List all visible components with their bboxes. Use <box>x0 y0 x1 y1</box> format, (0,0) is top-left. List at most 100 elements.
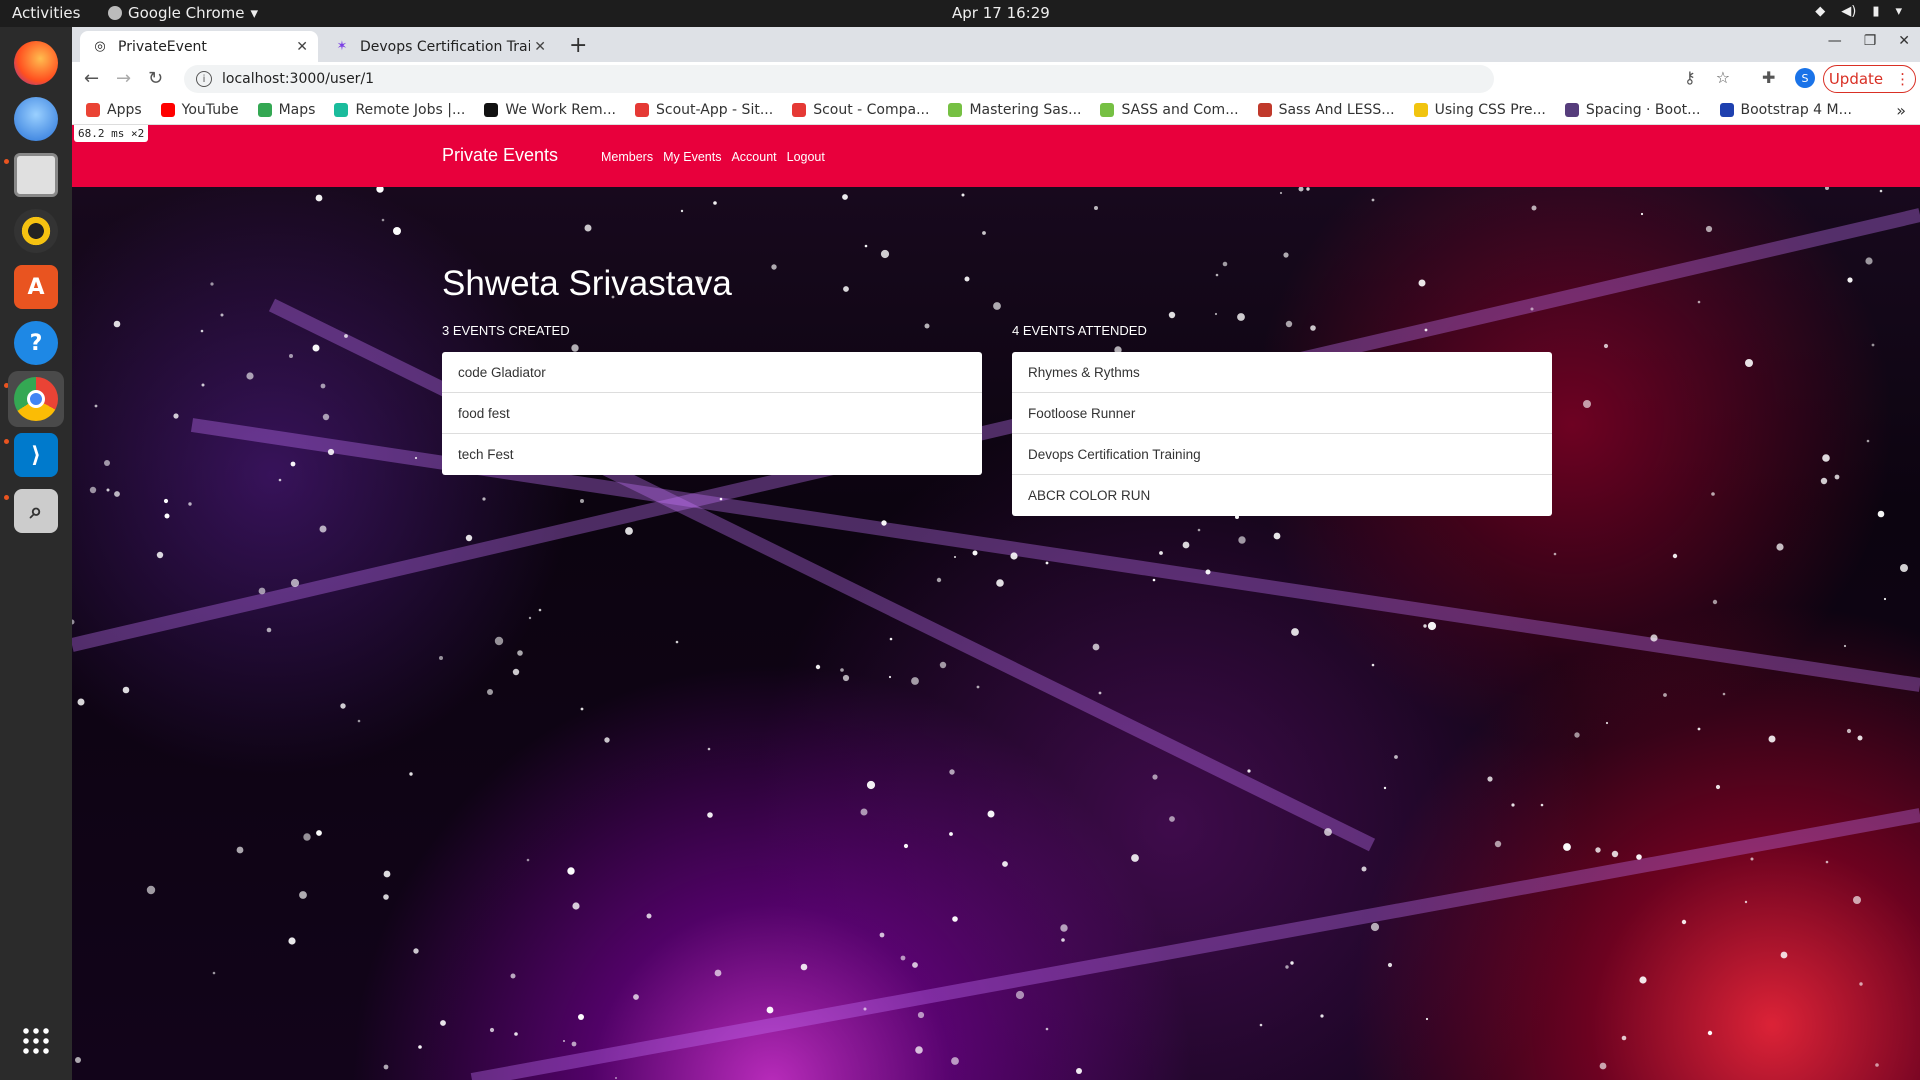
bookmark-label: Bootstrap 4 M... <box>1740 101 1852 118</box>
nav-account[interactable]: Account <box>731 150 776 164</box>
info-icon[interactable]: i <box>196 71 212 87</box>
dock-firefox[interactable] <box>8 35 64 91</box>
star-light <box>517 650 523 656</box>
star-light <box>289 354 293 358</box>
reload-icon[interactable]: ↻ <box>148 68 163 89</box>
star-light <box>1098 691 1102 695</box>
list-item[interactable]: Devops Certification Training <box>1012 434 1552 475</box>
dock-vscode[interactable]: ⟩ <box>8 427 64 483</box>
star-light <box>494 636 504 646</box>
system-tray[interactable]: ◆ ◀) ▮ ▾ <box>1815 4 1902 19</box>
list-item[interactable]: Rhymes & Rythms <box>1012 352 1552 393</box>
star-light <box>840 668 844 672</box>
bookmark-label: Scout-App - Sit... <box>656 101 774 118</box>
new-tab-button[interactable]: + <box>569 33 587 58</box>
star-light <box>489 1027 495 1033</box>
star-light <box>1879 189 1883 193</box>
dock-thunderbird[interactable] <box>8 91 64 147</box>
star-light <box>1857 735 1863 741</box>
star-light <box>949 832 953 836</box>
update-button[interactable]: Update ⋮ <box>1823 65 1916 93</box>
bookmark-item[interactable]: Apps <box>86 102 142 118</box>
dock-software[interactable]: A <box>8 259 64 315</box>
tab-private-event[interactable]: ◎ PrivateEvent ✕ <box>80 31 318 62</box>
star-light <box>1394 755 1398 759</box>
star-light <box>1092 643 1100 651</box>
clock[interactable]: Apr 17 16:29 <box>952 4 1050 22</box>
bookmark-item[interactable]: Scout-App - Sit... <box>635 102 773 118</box>
nav-logout[interactable]: Logout <box>787 150 825 164</box>
star-light <box>563 1040 565 1042</box>
star-light <box>1865 257 1873 265</box>
app-menu[interactable]: Google Chrome ▾ <box>108 4 258 22</box>
dock-help[interactable]: ? <box>8 315 64 371</box>
bookmark-item[interactable]: Remote Jobs |... <box>334 102 465 118</box>
bookmarks-overflow-icon[interactable]: » <box>1896 101 1906 120</box>
bookmark-item[interactable]: YouTube <box>160 102 239 118</box>
star-light <box>1424 328 1428 332</box>
bookmark-item[interactable]: Using CSS Pre... <box>1413 102 1546 118</box>
dock-screenshot[interactable]: ⌕ <box>8 483 64 539</box>
close-icon[interactable]: ✕ <box>296 39 308 55</box>
rhythmbox-icon <box>14 209 58 253</box>
star-light <box>201 383 205 387</box>
site-navbar: Private Events Members My Events Account… <box>72 125 1920 187</box>
star-light <box>815 664 821 670</box>
minimize-icon[interactable]: — <box>1828 33 1842 49</box>
star-light <box>290 578 300 588</box>
list-item[interactable]: code Gladiator <box>442 352 982 393</box>
dock-chrome[interactable] <box>8 371 64 427</box>
extensions-puzzle-icon[interactable]: ✚ <box>1762 68 1775 87</box>
star-light <box>156 551 164 559</box>
site-brand[interactable]: Private Events <box>442 145 558 166</box>
back-arrow-icon[interactable]: ← <box>84 68 99 89</box>
bookmark-item[interactable]: Maps <box>257 102 315 118</box>
list-item[interactable]: Footloose Runner <box>1012 393 1552 434</box>
bookmark-star-icon[interactable]: ☆ <box>1716 68 1730 87</box>
restore-icon[interactable]: ❐ <box>1864 33 1877 49</box>
magnifier-icon: ⌕ <box>14 489 58 533</box>
list-item[interactable]: ABCR COLOR RUN <box>1012 475 1552 516</box>
kebab-menu-icon: ⋮ <box>1895 70 1911 88</box>
close-window-icon[interactable]: ✕ <box>1898 33 1910 49</box>
bookmark-item[interactable]: SASS and Com... <box>1100 102 1239 118</box>
star-light <box>1285 965 1289 969</box>
star-light <box>939 661 947 669</box>
star-light <box>915 1046 923 1054</box>
key-icon[interactable]: ⚷ <box>1684 68 1696 87</box>
close-icon[interactable]: ✕ <box>534 39 546 55</box>
forward-arrow-icon[interactable]: → <box>116 68 131 89</box>
star-light <box>949 769 955 775</box>
star-light <box>604 737 610 743</box>
window-controls: — ❐ ✕ <box>1828 33 1910 49</box>
star-light <box>344 334 348 338</box>
list-item[interactable]: food fest <box>442 393 982 434</box>
star-light <box>1563 843 1571 851</box>
star-light <box>863 1007 867 1011</box>
list-item[interactable]: tech Fest <box>442 434 982 475</box>
bookmark-item[interactable]: Scout - Compa... <box>792 102 929 118</box>
bookmark-item[interactable]: Bootstrap 4 M... <box>1719 101 1852 118</box>
star-light <box>1259 1023 1263 1027</box>
profile-avatar[interactable]: S <box>1795 68 1815 88</box>
bookmark-item[interactable]: Sass And LESS... <box>1257 102 1395 118</box>
star-light <box>1298 186 1304 192</box>
star-light <box>633 994 639 1000</box>
bookmark-item[interactable]: Spacing · Boot... <box>1564 102 1701 118</box>
dock-files[interactable] <box>8 147 64 203</box>
stage-truss <box>470 808 1920 1080</box>
star-light <box>320 383 326 389</box>
nav-my-events[interactable]: My Events <box>663 150 721 164</box>
nav-members[interactable]: Members <box>601 150 653 164</box>
bookmark-item[interactable]: Mastering Sas... <box>948 102 1081 118</box>
address-bar[interactable]: i localhost:3000/user/1 <box>184 65 1494 93</box>
bookmark-item[interactable]: We Work Rem... <box>484 102 616 118</box>
omnibox-actions: ⚷ ☆ <box>1684 68 1730 87</box>
star-light <box>1843 644 1847 648</box>
browser-toolbar: ← → ↻ i localhost:3000/user/1 ⚷ ☆ ✚ S Up… <box>72 62 1920 95</box>
dock-rhythmbox[interactable] <box>8 203 64 259</box>
show-applications-button[interactable] <box>8 1013 64 1069</box>
bookmark-favicon-icon <box>1257 102 1272 117</box>
activities-button[interactable]: Activities <box>12 4 80 22</box>
tab-devops[interactable]: ✶ Devops Certification Trai ✕ <box>322 31 556 62</box>
